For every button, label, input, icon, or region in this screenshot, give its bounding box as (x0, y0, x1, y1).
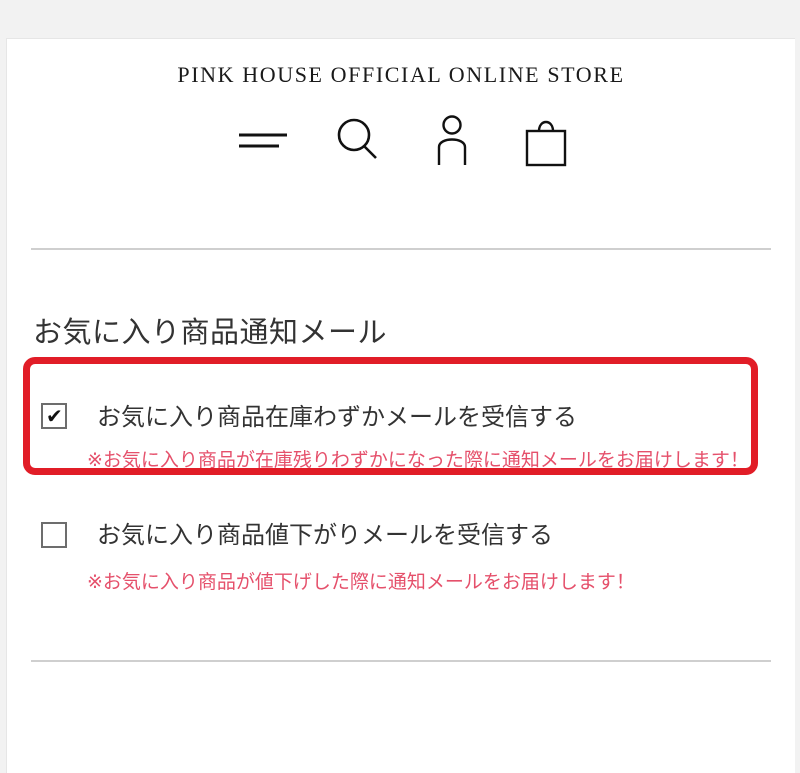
price-drop-mail-label[interactable]: お気に入り商品値下がりメールを受信する (97, 515, 553, 550)
page: PINK HOUSE OFFICIAL ONLINE STORE お気に入り商品… (0, 0, 800, 773)
content-panel: PINK HOUSE OFFICIAL ONLINE STORE お気に入り商品… (6, 38, 795, 773)
header-icon-bar (235, 115, 571, 169)
account-icon[interactable] (425, 115, 479, 169)
checkmark-icon: ✔ (46, 404, 63, 428)
low-stock-mail-note: ※お気に入り商品が在庫残りわずかになった際に通知メールをお届けします！ (87, 449, 749, 471)
top-divider (31, 248, 771, 250)
search-icon[interactable] (331, 115, 385, 169)
menu-icon[interactable] (235, 115, 289, 169)
low-stock-mail-label[interactable]: お気に入り商品在庫わずかメールを受信する (97, 397, 577, 432)
store-title[interactable]: PINK HOUSE OFFICIAL ONLINE STORE (7, 62, 795, 88)
low-stock-mail-checkbox[interactable]: ✔ (41, 403, 67, 429)
section-title: お気に入り商品通知メール (33, 315, 388, 349)
cart-icon[interactable] (519, 115, 573, 169)
price-drop-mail-note: ※お気に入り商品が値下げした際に通知メールをお届けします！ (87, 571, 635, 593)
price-drop-mail-checkbox[interactable] (41, 522, 67, 548)
bottom-divider (31, 660, 771, 662)
